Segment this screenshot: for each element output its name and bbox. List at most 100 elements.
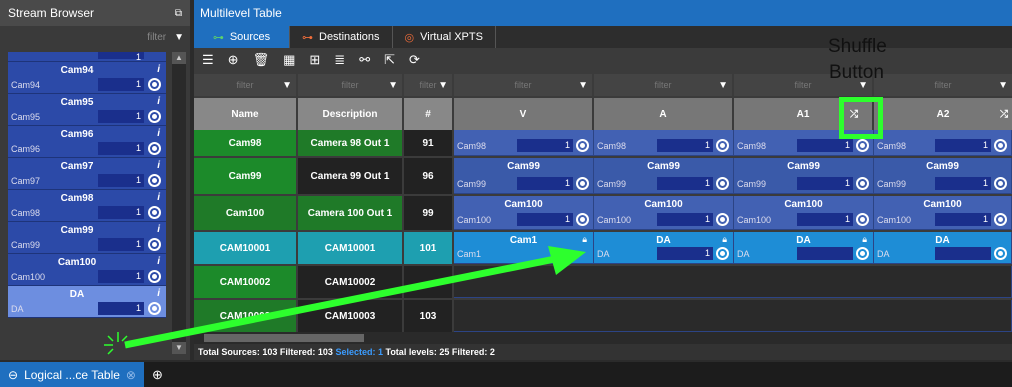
- row-cam10002-desc[interactable]: CAM10002: [298, 266, 402, 298]
- scroll-thumb[interactable]: [204, 334, 364, 342]
- column-header-description[interactable]: Description: [298, 98, 402, 130]
- stream-item-cam96[interactable]: Cam96 i Cam96 1: [8, 126, 166, 158]
- close-tab-icon[interactable]: ⊗: [126, 368, 136, 382]
- target-icon[interactable]: [716, 247, 729, 260]
- stream-target-icon[interactable]: [148, 270, 161, 283]
- level-cell[interactable]: Cam100 Cam100 1: [874, 196, 1012, 230]
- level-cell[interactable]: DA 🔒︎ DA: [734, 232, 874, 264]
- row-cam10001-desc[interactable]: CAM10001: [298, 232, 402, 264]
- float-panel-icon[interactable]: ⧉: [175, 8, 182, 19]
- level-cell[interactable]: DA DA: [874, 232, 1012, 264]
- row-cam10003-desc[interactable]: CAM10003: [298, 300, 402, 332]
- target-icon[interactable]: [994, 139, 1007, 152]
- level-cell[interactable]: Cam100 Cam100 1: [454, 196, 594, 230]
- stream-list-scrollbar[interactable]: ▲ ▼: [172, 52, 186, 354]
- filter-description[interactable]: filter ▼: [298, 74, 402, 96]
- filter-a[interactable]: filter ▼: [594, 74, 732, 96]
- filter-icon[interactable]: ▼: [282, 80, 292, 91]
- menu-icon[interactable]: ☰: [202, 52, 214, 68]
- level-cell[interactable]: Cam99 Cam99 1: [594, 158, 734, 194]
- export-icon[interactable]: ⇱: [384, 52, 395, 68]
- target-icon[interactable]: [994, 177, 1007, 190]
- delete-icon[interactable]: 🗑︎: [253, 52, 270, 68]
- stream-item-cam99[interactable]: Cam99 i Cam99 1: [8, 222, 166, 254]
- tab-virtual-xpts[interactable]: ◎ Virtual XPTS: [393, 26, 496, 48]
- stream-item-cam100[interactable]: Cam100 i Cam100 1: [8, 254, 166, 286]
- horizontal-scrollbar[interactable]: [194, 332, 1012, 344]
- row-cam98-name[interactable]: Cam98: [194, 130, 296, 156]
- target-icon[interactable]: [576, 213, 589, 226]
- row-cam100-name[interactable]: Cam100: [194, 196, 296, 230]
- target-icon[interactable]: [716, 213, 729, 226]
- info-icon[interactable]: i: [157, 256, 160, 267]
- target-icon[interactable]: [716, 139, 729, 152]
- link-icon[interactable]: ⚯: [359, 52, 370, 68]
- level-cell[interactable]: Cam98 1: [594, 130, 734, 156]
- target-icon[interactable]: [856, 247, 869, 260]
- row-cam99-desc[interactable]: Camera 99 Out 1: [298, 158, 402, 194]
- stream-target-icon[interactable]: [148, 302, 161, 315]
- stream-browser-filter-input[interactable]: filter: [147, 32, 166, 43]
- stream-item-cam98[interactable]: Cam98 i Cam98 1: [8, 190, 166, 222]
- stream-item-cam95[interactable]: Cam95 i Cam95 1: [8, 94, 166, 126]
- info-icon[interactable]: i: [157, 160, 160, 171]
- level-cell[interactable]: Cam1 🔒︎ Cam1: [454, 232, 594, 264]
- filter-icon[interactable]: ▼: [174, 32, 184, 43]
- info-icon[interactable]: i: [157, 96, 160, 107]
- list-icon[interactable]: ≣: [334, 52, 345, 68]
- filter-icon[interactable]: ▼: [438, 80, 448, 91]
- tab-sources[interactable]: ⊶ Sources: [194, 26, 290, 48]
- stream-target-icon[interactable]: [148, 110, 161, 123]
- level-cell[interactable]: Cam100 Cam100 1: [734, 196, 874, 230]
- column-header-name[interactable]: Name: [194, 98, 296, 130]
- target-icon[interactable]: [716, 177, 729, 190]
- column-header-a[interactable]: A: [594, 98, 732, 130]
- level-cell[interactable]: Cam98 1: [454, 130, 594, 156]
- add-icon[interactable]: ⊕: [228, 52, 239, 68]
- filter-icon[interactable]: ▼: [998, 80, 1008, 91]
- tab-logical-source-table[interactable]: ⊖ Logical ...ce Table ⊗: [0, 362, 144, 387]
- grid-small-icon[interactable]: ⊞: [309, 52, 320, 68]
- column-header-a2[interactable]: A2 ⤮: [874, 98, 1012, 130]
- info-icon[interactable]: i: [157, 288, 160, 299]
- row-cam10001-name[interactable]: CAM10001: [194, 232, 296, 264]
- refresh-icon[interactable]: ⟳: [409, 52, 420, 68]
- stream-target-icon[interactable]: [148, 78, 161, 91]
- info-icon[interactable]: i: [157, 192, 160, 203]
- level-cell[interactable]: Cam99 Cam99 1: [454, 158, 594, 194]
- target-icon[interactable]: [856, 139, 869, 152]
- stream-item-da[interactable]: DA i DA 1: [8, 286, 166, 318]
- stream-target-icon[interactable]: [148, 206, 161, 219]
- lock-icon[interactable]: 🔒︎: [722, 234, 727, 245]
- stream-item-cam97[interactable]: Cam97 i Cam97 1: [8, 158, 166, 190]
- level-cell[interactable]: Cam99 Cam99 1: [734, 158, 874, 194]
- stream-item-cam93[interactable]: 1: [8, 52, 166, 62]
- stream-item-cam94[interactable]: Cam94 i Cam94 1: [8, 62, 166, 94]
- filter-icon[interactable]: ▼: [578, 80, 588, 91]
- filter-icon[interactable]: ▼: [718, 80, 728, 91]
- info-icon[interactable]: i: [157, 128, 160, 139]
- row-cam10003-name[interactable]: CAM10003: [194, 300, 296, 332]
- info-icon[interactable]: i: [157, 224, 160, 235]
- level-cell[interactable]: Cam98 1: [874, 130, 1012, 156]
- row-cam100-desc[interactable]: Camera 100 Out 1: [298, 196, 402, 230]
- column-header-number[interactable]: #: [404, 98, 452, 130]
- target-icon[interactable]: [994, 213, 1007, 226]
- filter-icon[interactable]: ▼: [388, 80, 398, 91]
- filter-v[interactable]: filter ▼: [454, 74, 592, 96]
- target-icon[interactable]: [576, 177, 589, 190]
- filter-number[interactable]: filter ▼: [404, 74, 452, 96]
- target-icon[interactable]: [576, 139, 589, 152]
- lock-icon[interactable]: 🔒︎: [862, 234, 867, 245]
- shuffle-icon[interactable]: ⤮: [1000, 109, 1008, 120]
- target-icon[interactable]: [856, 213, 869, 226]
- row-cam99-name[interactable]: Cam99: [194, 158, 296, 194]
- grid-large-icon[interactable]: ▦: [283, 52, 295, 68]
- stream-target-icon[interactable]: [148, 238, 161, 251]
- scroll-down-icon[interactable]: ▼: [172, 342, 186, 354]
- filter-name[interactable]: filter ▼: [194, 74, 296, 96]
- lock-icon[interactable]: 🔒︎: [582, 234, 587, 245]
- row-cam10002-name[interactable]: CAM10002: [194, 266, 296, 298]
- info-icon[interactable]: i: [157, 64, 160, 75]
- level-cell[interactable]: Cam100 Cam100 1: [594, 196, 734, 230]
